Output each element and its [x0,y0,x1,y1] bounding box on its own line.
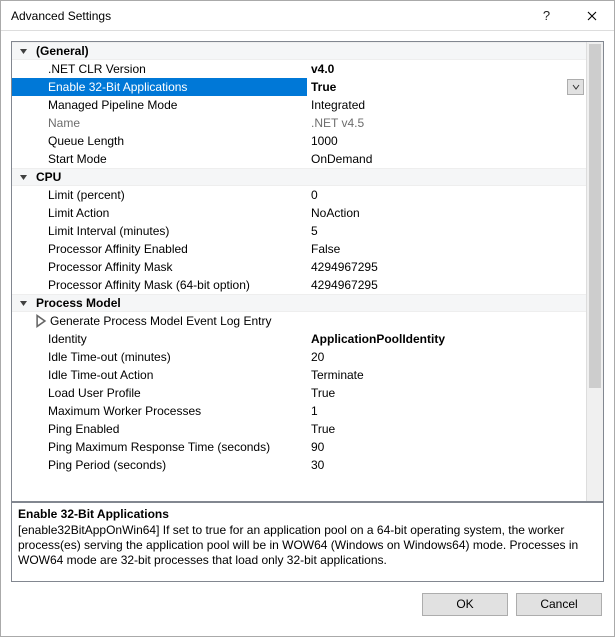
description-text: [enable32BitAppOnWin64] If set to true f… [18,523,597,568]
prop-idle-timeout-action[interactable]: Idle Time-out Action Terminate [12,366,586,384]
description-pane: Enable 32-Bit Applications [enable32BitA… [11,502,604,582]
expand-icon[interactable] [16,47,30,56]
prop-value: 30 [311,458,324,472]
prop-value: 20 [311,350,324,364]
description-title: Enable 32-Bit Applications [18,507,597,521]
prop-value: NoAction [311,206,360,220]
expand-right-icon[interactable] [34,314,48,328]
prop-label: Processor Affinity Mask [48,258,173,276]
category-process-model[interactable]: Process Model [12,294,586,312]
prop-value: 4294967295 [311,260,378,274]
dialog-content: (General) .NET CLR Version v4.0 Enable 3… [1,31,614,636]
prop-label: Idle Time-out Action [48,366,153,384]
prop-label: Load User Profile [48,384,141,402]
prop-label: .NET CLR Version [48,60,146,78]
prop-value: .NET v4.5 [311,116,364,130]
prop-enable-32bit[interactable]: Enable 32-Bit Applications True [12,78,586,96]
prop-label: Limit (percent) [48,186,125,204]
prop-label: Limit Interval (minutes) [48,222,169,240]
prop-queue-length[interactable]: Queue Length 1000 [12,132,586,150]
prop-value: Integrated [311,98,365,112]
dialog-buttons: OK Cancel [11,582,604,626]
prop-value: True [311,422,335,436]
close-button[interactable] [569,1,614,30]
prop-label: Limit Action [48,204,109,222]
prop-limit-percent[interactable]: Limit (percent) 0 [12,186,586,204]
prop-value: v4.0 [311,62,334,76]
category-cpu[interactable]: CPU [12,168,586,186]
dropdown-button[interactable] [567,79,584,95]
advanced-settings-dialog: Advanced Settings ? (General) [0,0,615,637]
prop-ping-enabled[interactable]: Ping Enabled True [12,420,586,438]
prop-managed-pipeline[interactable]: Managed Pipeline Mode Integrated [12,96,586,114]
expand-icon[interactable] [16,173,30,182]
prop-value: True [311,80,336,94]
prop-affinity-mask64[interactable]: Processor Affinity Mask (64-bit option) … [12,276,586,294]
prop-label: Processor Affinity Mask (64-bit option) [48,276,250,294]
category-label: CPU [36,168,61,186]
chevron-down-icon [572,83,580,91]
scrollbar-thumb[interactable] [589,44,601,388]
prop-value: False [311,242,340,256]
help-button[interactable]: ? [524,1,569,30]
prop-name[interactable]: Name .NET v4.5 [12,114,586,132]
prop-value: 1 [311,404,318,418]
prop-value: 0 [311,188,318,202]
cancel-button[interactable]: Cancel [516,593,602,616]
property-grid: (General) .NET CLR Version v4.0 Enable 3… [11,41,604,502]
prop-value: ApplicationPoolIdentity [311,332,445,346]
prop-label: Ping Maximum Response Time (seconds) [48,438,270,456]
prop-value: 5 [311,224,318,238]
prop-value: True [311,386,335,400]
prop-ping-max-response[interactable]: Ping Maximum Response Time (seconds) 90 [12,438,586,456]
prop-label: Generate Process Model Event Log Entry [50,312,271,330]
titlebar: Advanced Settings ? [1,1,614,31]
prop-label: Managed Pipeline Mode [48,96,177,114]
prop-label: Name [48,114,80,132]
prop-label: Maximum Worker Processes [48,402,201,420]
property-grid-scroll[interactable]: (General) .NET CLR Version v4.0 Enable 3… [12,42,586,501]
prop-label: Enable 32-Bit Applications [48,78,187,96]
prop-label: Processor Affinity Enabled [48,240,188,258]
ok-button[interactable]: OK [422,593,508,616]
prop-affinity-enabled[interactable]: Processor Affinity Enabled False [12,240,586,258]
prop-value: 1000 [311,134,338,148]
prop-label: Identity [48,330,87,348]
prop-limit-interval[interactable]: Limit Interval (minutes) 5 [12,222,586,240]
close-icon [587,11,597,21]
prop-label: Ping Enabled [48,420,119,438]
category-general[interactable]: (General) [12,42,586,60]
prop-label: Idle Time-out (minutes) [48,348,171,366]
category-label: (General) [36,42,89,60]
vertical-scrollbar[interactable] [586,42,603,501]
prop-max-worker[interactable]: Maximum Worker Processes 1 [12,402,586,420]
prop-start-mode[interactable]: Start Mode OnDemand [12,150,586,168]
prop-label: Ping Period (seconds) [48,456,166,474]
expand-icon[interactable] [16,299,30,308]
window-title: Advanced Settings [11,9,524,23]
category-label: Process Model [36,294,121,312]
prop-value: Terminate [311,368,364,382]
prop-value: 90 [311,440,324,454]
prop-gen-event-log[interactable]: Generate Process Model Event Log Entry [12,312,586,330]
prop-net-clr-version[interactable]: .NET CLR Version v4.0 [12,60,586,78]
prop-label: Queue Length [48,132,124,150]
prop-load-user-profile[interactable]: Load User Profile True [12,384,586,402]
prop-value: 4294967295 [311,278,378,292]
prop-idle-timeout[interactable]: Idle Time-out (minutes) 20 [12,348,586,366]
prop-value: OnDemand [311,152,372,166]
prop-label: Start Mode [48,150,107,168]
prop-affinity-mask[interactable]: Processor Affinity Mask 4294967295 [12,258,586,276]
prop-limit-action[interactable]: Limit Action NoAction [12,204,586,222]
prop-ping-period[interactable]: Ping Period (seconds) 30 [12,456,586,474]
prop-identity[interactable]: Identity ApplicationPoolIdentity [12,330,586,348]
